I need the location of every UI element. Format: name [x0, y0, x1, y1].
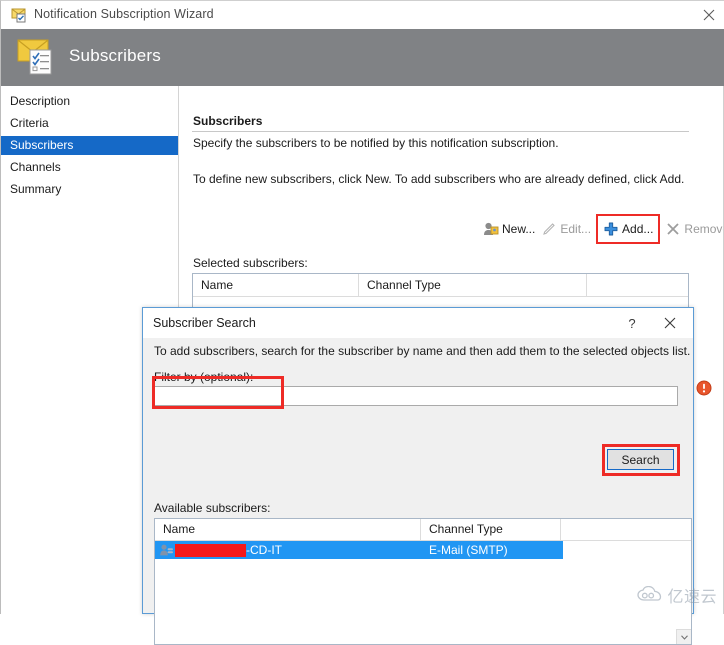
- search-button[interactable]: Search: [607, 449, 674, 470]
- column-header-channel-type[interactable]: Channel Type: [359, 274, 587, 296]
- subscriber-name-redaction: [175, 543, 246, 557]
- blue-plus-icon: [603, 221, 619, 237]
- subscriber-search-dialog: Subscriber Search ? To add subscribers, …: [142, 307, 694, 645]
- column-header-name[interactable]: Name: [193, 274, 359, 296]
- sidebar-item-summary[interactable]: Summary: [1, 180, 178, 199]
- wizard-title-bar: Notification Subscription Wizard: [1, 1, 724, 29]
- new-subscriber-button[interactable]: New...: [480, 217, 538, 241]
- add-subscriber-button[interactable]: Add...: [600, 217, 656, 241]
- chevron-down-icon: [680, 634, 688, 640]
- list-scroll-down-button[interactable]: [676, 629, 691, 644]
- dialog-title-bar: Subscriber Search ?: [143, 308, 693, 338]
- available-subscribers-header: Name Channel Type: [155, 519, 691, 541]
- subscriber-name-cell: -CD-IT: [155, 541, 421, 559]
- sidebar-item-criteria[interactable]: Criteria: [1, 114, 178, 133]
- sidebar-item-subscribers[interactable]: Subscribers: [1, 136, 178, 155]
- question-mark-icon: ?: [628, 315, 636, 331]
- gray-x-icon: [665, 221, 681, 237]
- wizard-header-banner: Subscribers: [1, 29, 724, 86]
- content-section-title: Subscribers: [193, 114, 263, 128]
- column-header-channel-type[interactable]: Channel Type: [421, 519, 561, 540]
- dialog-help-button[interactable]: ?: [617, 308, 647, 338]
- close-icon: [664, 317, 676, 329]
- add-subscriber-highlight-box: Add...: [596, 214, 661, 244]
- dialog-close-button[interactable]: [653, 308, 687, 338]
- content-hint: To define new subscribers, click New. To…: [193, 172, 685, 186]
- notification-subscription-icon: [11, 7, 28, 23]
- dialog-title: Subscriber Search: [153, 316, 256, 330]
- error-warning-icon: [696, 380, 712, 396]
- search-button-label: Search: [621, 452, 660, 467]
- edit-subscriber-button[interactable]: Edit...: [538, 217, 594, 241]
- page-title: Subscribers: [69, 46, 161, 65]
- wizard-title: Notification Subscription Wizard: [34, 7, 214, 21]
- available-subscribers-label: Available subscribers:: [154, 501, 271, 515]
- column-header-name[interactable]: Name: [155, 519, 421, 540]
- new-subscriber-label: New...: [502, 222, 536, 236]
- selected-subscribers-label: Selected subscribers:: [193, 256, 308, 270]
- filter-by-label: Filter by (optional):: [154, 370, 254, 384]
- selected-subscribers-header: Name Channel Type: [193, 274, 688, 297]
- close-icon: [703, 9, 715, 21]
- subscriber-channel-type-cell: E-Mail (SMTP): [429, 543, 508, 557]
- sidebar-item-channels[interactable]: Channels: [1, 158, 178, 177]
- column-header-spacer: [561, 519, 691, 540]
- subscriber-user-icon: [159, 543, 174, 558]
- section-divider: [192, 131, 689, 132]
- edit-subscriber-label: Edit...: [560, 222, 592, 236]
- dialog-instruction: To add subscribers, search for the subsc…: [154, 344, 691, 358]
- new-user-icon: [483, 221, 499, 237]
- dialog-body: To add subscribers, search for the subsc…: [143, 338, 693, 645]
- column-header-spacer: [587, 274, 688, 296]
- add-subscriber-label: Add...: [622, 222, 654, 236]
- table-row[interactable]: -CD-IT E-Mail (SMTP): [155, 541, 563, 559]
- remove-subscriber-label: Remove...: [684, 222, 724, 236]
- filter-input[interactable]: [154, 386, 678, 406]
- subscriber-name-text: -CD-IT: [246, 543, 282, 557]
- content-subtitle: Specify the subscribers to be notified b…: [193, 136, 559, 150]
- sidebar-item-description[interactable]: Description: [1, 92, 178, 111]
- pencil-icon: [541, 221, 557, 237]
- available-subscribers-list[interactable]: Name Channel Type -CD-IT E-Mail (SMTP): [154, 518, 692, 645]
- wizard-close-button[interactable]: [694, 1, 724, 29]
- envelope-document-icon: [17, 37, 59, 77]
- remove-subscriber-button[interactable]: Remove...: [662, 217, 724, 241]
- subscribers-toolbar: New... Edit... Add... Remov: [480, 214, 724, 244]
